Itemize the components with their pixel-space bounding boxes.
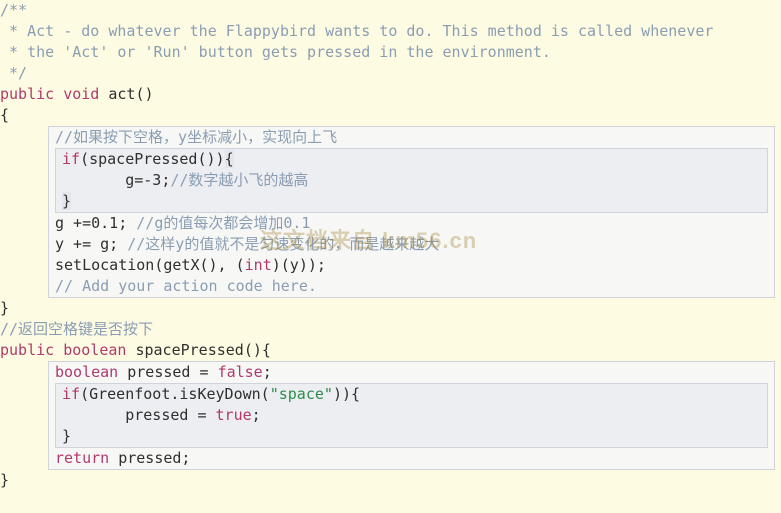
- assign-lhs: g=: [125, 171, 143, 189]
- keyword-int: int: [245, 256, 272, 274]
- keyword-public: public: [0, 85, 54, 103]
- brace-close: }: [0, 470, 781, 491]
- if-statement: if(Greenfoot.isKeyDown("space")){: [62, 384, 761, 405]
- method-signature-act: public void act(): [0, 84, 781, 105]
- paren: (): [135, 85, 153, 103]
- brace-close: }: [62, 426, 761, 447]
- assignment-g: g=-3;//数字越小飞的越高: [62, 170, 761, 191]
- comment-add-action: // Add your action code here.: [55, 276, 768, 297]
- code-text: setLocation(getX(), (: [55, 256, 245, 274]
- code-text: y += g;: [55, 235, 127, 253]
- semicolon: ;: [252, 406, 261, 424]
- return-statement: return pressed;: [55, 448, 768, 469]
- brace-open: {: [225, 150, 234, 168]
- statement-g-inc: g +=0.1; //g的值每次都会增加0.1: [55, 213, 768, 234]
- comment-space-press: //如果按下空格，y坐标减小，实现向上飞: [55, 127, 768, 148]
- statement-setlocation: setLocation(getX(), (int)(y));: [55, 255, 768, 276]
- keyword-return: return: [55, 449, 109, 467]
- code-text: g +=0.1;: [55, 214, 136, 232]
- code-block-if-keydown: if(Greenfoot.isKeyDown("space")){ presse…: [55, 383, 768, 448]
- method-signature-spacepressed: public boolean spacePressed(){: [0, 340, 781, 361]
- method-name: spacePressed: [135, 341, 243, 359]
- code-text: )){: [333, 385, 360, 403]
- statement-y-inc: y += g; //这样y的值就不是匀速变化的，而是越来越大: [55, 234, 768, 255]
- brace-close: }: [62, 192, 71, 210]
- code-block-spacepressed-body: boolean pressed = false; if(Greenfoot.is…: [48, 361, 775, 470]
- comment-inline: //这样y的值就不是匀速变化的，而是越来越大: [127, 235, 439, 253]
- literal-true: true: [216, 406, 252, 424]
- doc-comment-line: * Act - do whatever the Flappybird wants…: [0, 21, 781, 42]
- code-text: pressed;: [109, 449, 190, 467]
- keyword-boolean: boolean: [55, 363, 118, 381]
- literal-false: false: [218, 363, 263, 381]
- semicolon: ;: [263, 363, 272, 381]
- paren: (){: [244, 341, 271, 359]
- declaration-pressed: boolean pressed = false;: [55, 362, 768, 383]
- code-text: )(y));: [272, 256, 326, 274]
- comment-space-return: //返回空格键是否按下: [0, 319, 781, 340]
- doc-comment-line: /**: [0, 0, 781, 21]
- var-name: pressed =: [118, 363, 217, 381]
- brace-close: }: [0, 298, 781, 319]
- if-condition: (spacePressed()): [80, 150, 225, 168]
- brace-open: {: [0, 105, 781, 126]
- keyword-void: void: [63, 85, 99, 103]
- keyword-if: if: [62, 385, 80, 403]
- doc-comment-line: * the 'Act' or 'Run' button gets pressed…: [0, 42, 781, 63]
- code-block-act-body: //如果按下空格，y坐标减小，实现向上飞 if(spacePressed()){…: [48, 126, 775, 298]
- keyword-if: if: [62, 150, 80, 168]
- assignment-pressed-true: pressed = true;: [62, 405, 761, 426]
- comment-inline: //数字越小飞的越高: [170, 171, 308, 189]
- keyword-public: public: [0, 341, 54, 359]
- code-block-if-space: if(spacePressed()){ g=-3;//数字越小飞的越高 }: [55, 148, 768, 213]
- method-name: act: [108, 85, 135, 103]
- doc-comment-line: */: [0, 63, 781, 84]
- code-text: (Greenfoot.isKeyDown(: [80, 385, 270, 403]
- if-statement: if(spacePressed()){: [62, 149, 761, 170]
- number-literal: -3: [143, 171, 161, 189]
- string-literal: "space": [270, 385, 333, 403]
- comment-inline: //g的值每次都会增加0.1: [136, 214, 310, 232]
- keyword-boolean: boolean: [63, 341, 126, 359]
- assign-lhs: pressed =: [125, 406, 215, 424]
